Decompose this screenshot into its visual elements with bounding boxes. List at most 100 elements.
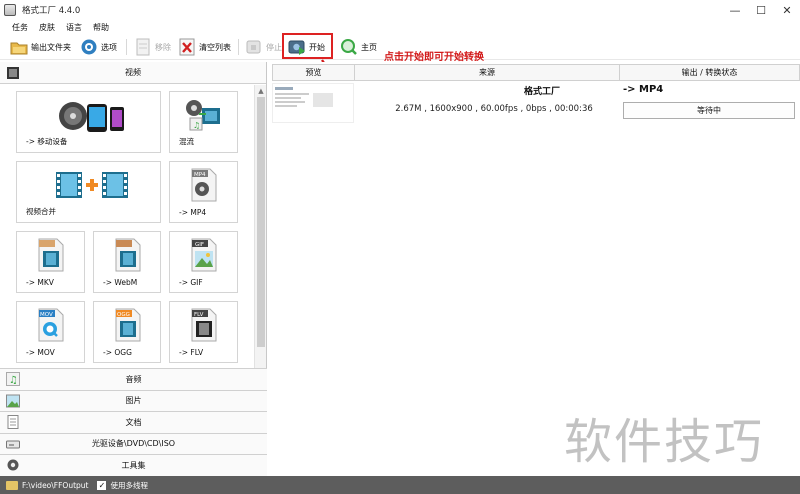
maximize-button[interactable]: ☐	[748, 0, 774, 20]
column-preview[interactable]: 预览	[272, 64, 355, 81]
category-tools-label: 工具集	[121, 460, 146, 470]
category-panel: 视频 -> 移动设备 ♫ 混流 视频合并 MP4 -> MP4 -> MKV -…	[0, 62, 267, 476]
category-audio[interactable]: ♫ 音频	[0, 368, 267, 390]
tile-ogg[interactable]: OGG -> OGG	[93, 301, 161, 363]
tile-mp4[interactable]: MP4 -> MP4	[169, 161, 238, 223]
scroll-thumb[interactable]	[257, 97, 265, 347]
menu-help[interactable]: 帮助	[93, 22, 109, 33]
category-disc-label: 光驱设备\DVD\CD\ISO	[91, 439, 176, 449]
category-video-label: 视频	[125, 68, 141, 77]
watermark: 软件技巧	[564, 414, 765, 470]
video-icon	[6, 66, 20, 80]
remove-icon	[134, 38, 152, 56]
webm-file-icon	[115, 238, 141, 272]
tile-flv[interactable]: FLV -> FLV	[169, 301, 238, 363]
music-icon: ♫	[6, 372, 20, 386]
title-bar: 格式工厂 4.4.0 — ☐ ✕	[0, 0, 800, 20]
mov-file-icon: MOV	[38, 308, 64, 342]
clear-list-label: 清空列表	[199, 42, 231, 52]
options-label: 选项	[101, 42, 117, 52]
mkv-file-icon	[38, 238, 64, 272]
output-path[interactable]: F:\video\FFOutput	[22, 481, 88, 490]
clear-list-icon	[178, 38, 196, 56]
home-icon	[340, 38, 358, 56]
minimize-button[interactable]: —	[722, 0, 748, 20]
category-video[interactable]: 视频	[0, 62, 266, 84]
column-status[interactable]: 输出 / 转换状态	[620, 64, 800, 81]
home-label: 主页	[361, 42, 377, 52]
tile-label: -> MP4	[179, 208, 207, 217]
flv-badge-text: FLV	[194, 312, 204, 318]
category-image-label: 图片	[125, 396, 142, 406]
mobile-device-icon	[59, 102, 124, 132]
close-button[interactable]: ✕	[774, 0, 800, 20]
ogg-file-icon: OGG	[115, 308, 141, 342]
scroll-up-arrow[interactable]: ▲	[256, 86, 266, 96]
tile-mkv[interactable]: -> MKV	[16, 231, 85, 293]
tile-gif[interactable]: GIF -> GIF	[169, 231, 238, 293]
disc-drive-icon	[6, 437, 20, 451]
ogg-badge-text: OGG	[117, 312, 130, 318]
tile-label: -> MOV	[26, 348, 55, 357]
video-join-icon	[56, 172, 128, 198]
category-tools[interactable]: 工具集	[0, 454, 267, 476]
category-audio-label: 音频	[125, 374, 142, 384]
tile-label: -> GIF	[179, 278, 203, 287]
start-button-highlight	[282, 33, 333, 59]
category-disc[interactable]: 光驱设备\DVD\CD\ISO	[0, 432, 267, 454]
folder-icon	[10, 38, 28, 56]
options-button[interactable]: 选项	[80, 36, 117, 58]
mux-icon: ♫	[186, 100, 220, 131]
folder-icon[interactable]	[6, 480, 18, 490]
column-source[interactable]: 来源	[355, 64, 620, 81]
mp4-file-icon: MP4	[191, 168, 217, 202]
document-icon	[6, 415, 20, 429]
tile-label: -> WebM	[103, 278, 138, 287]
category-list: ♫ 音频 图片 文档 光驱设备\DVD\CD\ISO 工具集	[0, 368, 267, 476]
category-document-label: 文档	[125, 417, 142, 427]
flv-file-icon: FLV	[191, 308, 217, 342]
annotation-text: 点击开始即可开始转换	[384, 52, 484, 63]
menu-task[interactable]: 任务	[12, 22, 28, 33]
clear-list-button[interactable]: 清空列表	[178, 36, 231, 58]
tile-video-join[interactable]: 视频合并	[16, 161, 161, 223]
multithread-checkbox[interactable]: ✓	[97, 480, 107, 490]
options-icon	[80, 38, 98, 56]
remove-label: 移除	[155, 42, 171, 52]
source-file-name: 格式工厂	[523, 87, 560, 97]
remove-button[interactable]: 移除	[134, 36, 171, 58]
mp4-badge-text: MP4	[194, 172, 206, 178]
tile-label: -> MKV	[26, 278, 54, 287]
svg-text:♫: ♫	[9, 375, 18, 386]
tile-mov[interactable]: MOV -> MOV	[16, 301, 85, 363]
gif-badge-text: GIF	[195, 242, 204, 248]
tile-webm[interactable]: -> WebM	[93, 231, 161, 293]
tile-mux[interactable]: ♫ 混流	[169, 91, 238, 153]
status-bar: F:\video\FFOutput ✓ 使用多线程	[0, 476, 800, 494]
source-file-info: 2.67M , 1600x900 , 60.00fps , 0bps , 00:…	[395, 104, 593, 114]
window-title: 格式工厂 4.4.0	[22, 6, 81, 16]
app-icon	[4, 4, 16, 16]
window-controls: — ☐ ✕	[722, 0, 800, 20]
multithread-label: 使用多线程	[110, 480, 148, 490]
menu-language[interactable]: 语言	[66, 22, 82, 33]
output-folder-button[interactable]: 输出文件夹	[10, 36, 71, 58]
tools-icon	[6, 458, 20, 472]
tile-mobile-device[interactable]: -> 移动设备	[16, 91, 161, 153]
category-document[interactable]: 文档	[0, 411, 267, 433]
menu-skin[interactable]: 皮肤	[39, 22, 55, 33]
status-waiting-button[interactable]: 等待中	[623, 102, 795, 119]
svg-text:♫: ♫	[193, 121, 200, 130]
output-folder-label: 输出文件夹	[31, 42, 71, 52]
picture-icon	[6, 394, 20, 408]
video-preview-thumbnail	[272, 83, 354, 123]
tile-label: -> 移动设备	[26, 137, 68, 146]
tile-label: 视频合并	[26, 207, 56, 216]
tile-label: 混流	[179, 137, 194, 146]
menu-bar: 任务 皮肤 语言 帮助	[0, 20, 800, 34]
home-button[interactable]: 主页	[340, 36, 377, 58]
stop-button[interactable]: 停止	[245, 36, 282, 58]
stop-icon	[245, 38, 263, 56]
category-image[interactable]: 图片	[0, 389, 267, 411]
mov-badge-text: MOV	[40, 312, 53, 318]
